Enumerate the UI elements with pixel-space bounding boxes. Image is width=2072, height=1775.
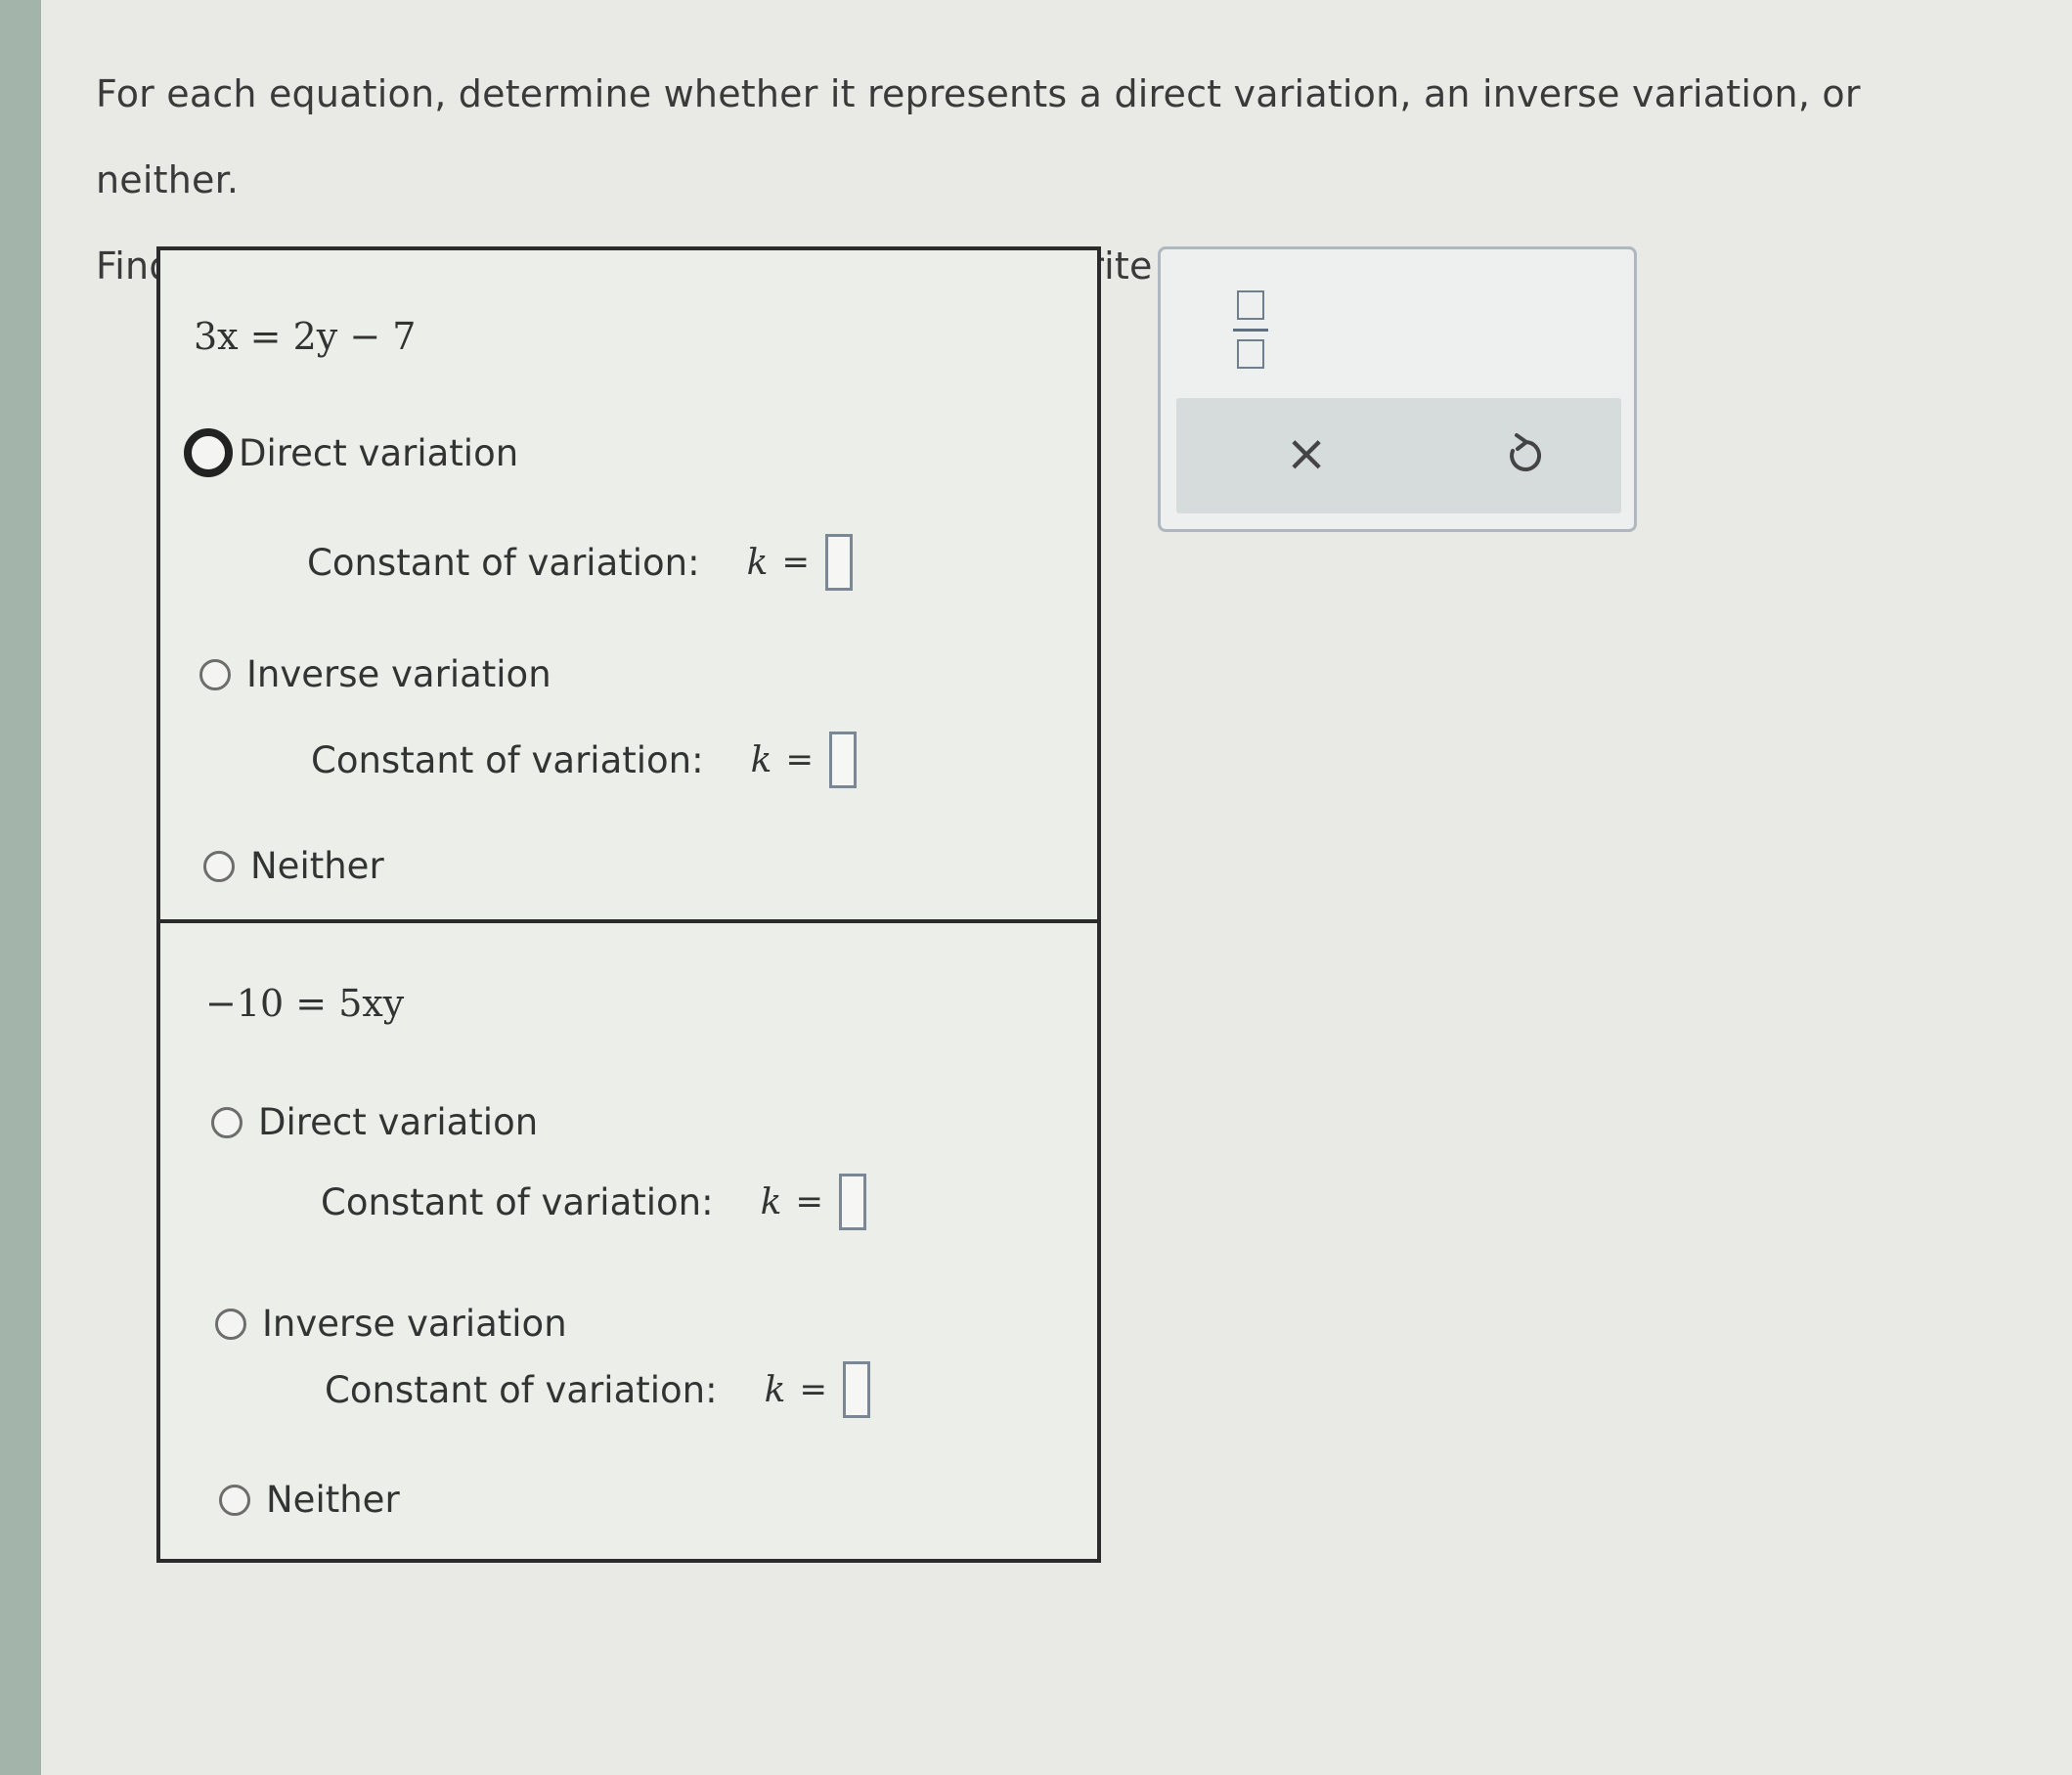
constant-row-2-inverse: Constant of variation: k = — [325, 1361, 870, 1418]
palette-toolbar: × — [1176, 398, 1621, 513]
constant-label: Constant of variation: — [311, 738, 704, 781]
constant-row-1-inverse: Constant of variation: k = — [311, 732, 857, 788]
k-input-1-direct[interactable] — [824, 534, 853, 591]
equals-sign: = — [795, 1182, 823, 1221]
question-part-2: −10 = 5xy Direct variation Constant of v… — [160, 923, 1097, 1559]
equals-sign: = — [799, 1370, 827, 1409]
k-input-2-direct[interactable] — [838, 1174, 866, 1230]
undo-icon-glyph — [1510, 433, 1542, 471]
equation-1: 3x = 2y − 7 — [194, 315, 417, 358]
fraction-icon[interactable] — [1229, 290, 1272, 369]
option-2-direct-label: Direct variation — [258, 1101, 539, 1143]
equals-sign: = — [785, 740, 814, 779]
undo-icon[interactable] — [1491, 420, 1560, 488]
math-palette: × — [1158, 246, 1637, 532]
k-label: k — [750, 739, 772, 780]
constant-row-1-direct: Constant of variation: k = — [307, 534, 853, 591]
k-input-1-inverse[interactable] — [828, 732, 857, 788]
constant-label: Constant of variation: — [321, 1180, 714, 1223]
option-2-inverse-label: Inverse variation — [262, 1303, 567, 1345]
radio-2-direct[interactable] — [211, 1106, 242, 1138]
k-input-2-inverse[interactable] — [842, 1361, 870, 1418]
question-box: 3x = 2y − 7 Direct variation Constant of… — [156, 246, 1101, 1563]
k-label: k — [760, 1181, 782, 1222]
option-2-inverse[interactable]: Inverse variation — [215, 1303, 567, 1345]
constant-label: Constant of variation: — [307, 541, 700, 584]
option-1-inverse-label: Inverse variation — [246, 653, 551, 695]
option-1-direct-label: Direct variation — [239, 431, 519, 474]
radio-2-neither[interactable] — [219, 1484, 250, 1516]
fraction-denominator-slot — [1237, 339, 1264, 369]
radio-2-inverse[interactable] — [215, 1308, 246, 1340]
k-label: k — [746, 542, 769, 583]
fraction-bar — [1233, 328, 1268, 332]
option-1-neither[interactable]: Neither — [203, 845, 384, 887]
constant-label: Constant of variation: — [325, 1368, 718, 1411]
radio-1-direct[interactable] — [184, 428, 233, 477]
option-1-direct[interactable]: Direct variation — [184, 428, 518, 477]
option-1-neither-label: Neither — [250, 845, 384, 887]
option-2-neither[interactable]: Neither — [219, 1479, 400, 1521]
left-edge-strip — [0, 0, 41, 1775]
equation-2: −10 = 5xy — [205, 982, 405, 1025]
option-1-inverse[interactable]: Inverse variation — [199, 653, 551, 695]
fraction-numerator-slot — [1237, 290, 1264, 320]
instruction-line-1: For each equation, determine whether it … — [96, 72, 1861, 201]
question-part-1: 3x = 2y − 7 Direct variation Constant of… — [160, 250, 1097, 923]
radio-1-neither[interactable] — [203, 850, 235, 882]
close-icon[interactable]: × — [1272, 420, 1341, 488]
option-2-neither-label: Neither — [266, 1479, 400, 1521]
constant-row-2-direct: Constant of variation: k = — [321, 1174, 866, 1230]
option-2-direct[interactable]: Direct variation — [211, 1101, 538, 1143]
equals-sign: = — [781, 543, 810, 582]
radio-1-inverse[interactable] — [199, 658, 231, 690]
k-label: k — [764, 1369, 786, 1410]
